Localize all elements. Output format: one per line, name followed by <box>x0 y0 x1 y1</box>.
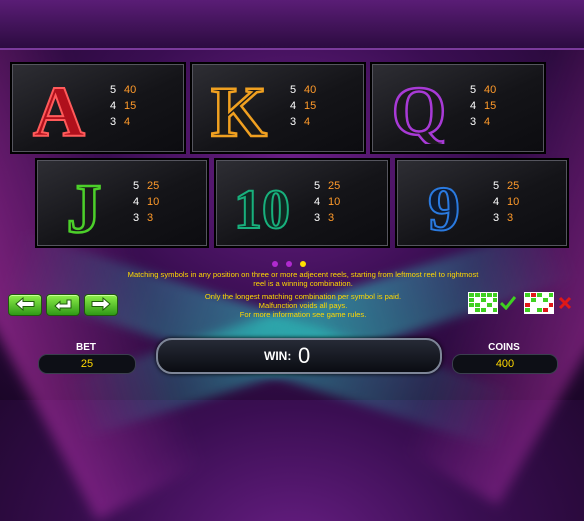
page-dot-1[interactable] <box>272 261 278 267</box>
page-indicator <box>272 261 306 267</box>
check-icon <box>500 296 516 310</box>
pay-value: 3 <box>328 212 335 224</box>
rules-text-2: reel is a winning combination. <box>253 279 353 288</box>
return-button[interactable] <box>46 294 80 316</box>
pay-value: 15 <box>124 100 137 112</box>
paytable-card-q: Q 5 40 4 15 34 <box>370 62 546 154</box>
pay-count: 5 <box>110 84 117 96</box>
pay-count: 3 <box>314 212 321 224</box>
return-icon <box>54 299 72 311</box>
pay-value: 40 <box>124 84 137 96</box>
letter-j-symbol-icon: J <box>65 170 103 240</box>
paytable-card-j: J 5 25 4 10 33 <box>35 158 209 248</box>
paytable-card-9: 9 5 25 4 10 33 <box>395 158 569 248</box>
pay-count: 3 <box>110 116 117 128</box>
svg-text:A: A <box>33 72 85 144</box>
page-dot-3[interactable] <box>300 261 306 267</box>
pay-value: 25 <box>147 180 160 192</box>
svg-text:Q: Q <box>392 73 446 144</box>
pay-count: 4 <box>133 196 140 208</box>
pay-value: 40 <box>304 84 317 96</box>
pay-count: 4 <box>470 100 477 112</box>
svg-text:J: J <box>67 171 102 240</box>
pay-count: 5 <box>493 180 500 192</box>
next-page-button[interactable] <box>84 294 118 316</box>
pay-value: 10 <box>507 196 520 208</box>
paytable-values-j: 5 25 4 10 33 <box>133 178 159 226</box>
win-value: 0 <box>298 343 311 368</box>
pay-count: 3 <box>290 116 297 128</box>
paytable-card-10: 10 5 25 4 10 33 <box>214 158 390 248</box>
cross-icon <box>558 296 572 310</box>
rules-text-1: Matching symbols in any position on thre… <box>127 270 479 279</box>
pay-value: 10 <box>147 196 160 208</box>
arrow-left-icon <box>15 297 35 311</box>
pay-value: 15 <box>304 100 317 112</box>
invalid-pattern-grid-icon <box>524 292 554 314</box>
paytable-values-a: 5 40 4 15 34 <box>110 82 136 130</box>
pay-count: 4 <box>493 196 500 208</box>
pay-count: 4 <box>110 100 117 112</box>
paytable-values-k: 5 40 4 15 34 <box>290 82 316 130</box>
pay-value: 4 <box>304 116 311 128</box>
pay-value: 4 <box>124 116 131 128</box>
pay-value: 3 <box>507 212 514 224</box>
pay-value: 15 <box>484 100 497 112</box>
pay-count: 4 <box>290 100 297 112</box>
arrow-right-icon <box>91 297 111 311</box>
coins-label: COINS <box>488 342 520 353</box>
win-display: WIN: 0 <box>156 338 442 374</box>
win-label: WIN: <box>264 349 292 363</box>
number-9-symbol-icon: 9 <box>427 172 461 240</box>
prev-page-button[interactable] <box>8 294 42 316</box>
pay-count: 3 <box>493 212 500 224</box>
pay-count: 5 <box>314 180 321 192</box>
pay-value: 25 <box>328 180 341 192</box>
svg-text:K: K <box>211 72 267 144</box>
letter-a-symbol-icon: A <box>32 71 86 144</box>
pay-value: 10 <box>328 196 341 208</box>
paytable-values-q: 5 40 4 15 34 <box>470 82 496 130</box>
rules-text-3: Only the longest matching combination pe… <box>204 292 402 301</box>
svg-text:10: 10 <box>234 179 290 240</box>
pay-count: 3 <box>133 212 140 224</box>
letter-q-symbol-icon: Q <box>391 72 448 144</box>
bet-value[interactable]: 25 <box>38 354 136 374</box>
letter-k-symbol-icon: K <box>210 71 269 144</box>
valid-pattern-grid-icon <box>468 292 498 314</box>
svg-text:9: 9 <box>428 173 460 240</box>
pay-count: 5 <box>470 84 477 96</box>
pay-count: 5 <box>290 84 297 96</box>
pay-value: 3 <box>147 212 154 224</box>
pay-count: 4 <box>314 196 321 208</box>
paytable-card-k: K 5 40 4 15 34 <box>190 62 366 154</box>
coins-value[interactable]: 400 <box>452 354 558 374</box>
paytable-values-10: 5 25 4 10 33 <box>314 178 340 226</box>
rules-text-5: For more information see game rules. <box>239 310 367 319</box>
rules-text-4: Malfunction voids all pays. <box>258 301 348 310</box>
page-dot-2[interactable] <box>286 261 292 267</box>
pay-value: 25 <box>507 180 520 192</box>
number-10-symbol-icon: 10 <box>233 178 291 240</box>
top-bar <box>0 0 584 50</box>
paytable-card-a: A 5 40 4 15 34 <box>10 62 186 154</box>
pay-count: 5 <box>133 180 140 192</box>
pay-value: 40 <box>484 84 497 96</box>
paytable-values-9: 5 25 4 10 33 <box>493 178 519 226</box>
bet-label: BET <box>76 342 96 353</box>
pay-value: 4 <box>484 116 491 128</box>
pay-count: 3 <box>470 116 477 128</box>
